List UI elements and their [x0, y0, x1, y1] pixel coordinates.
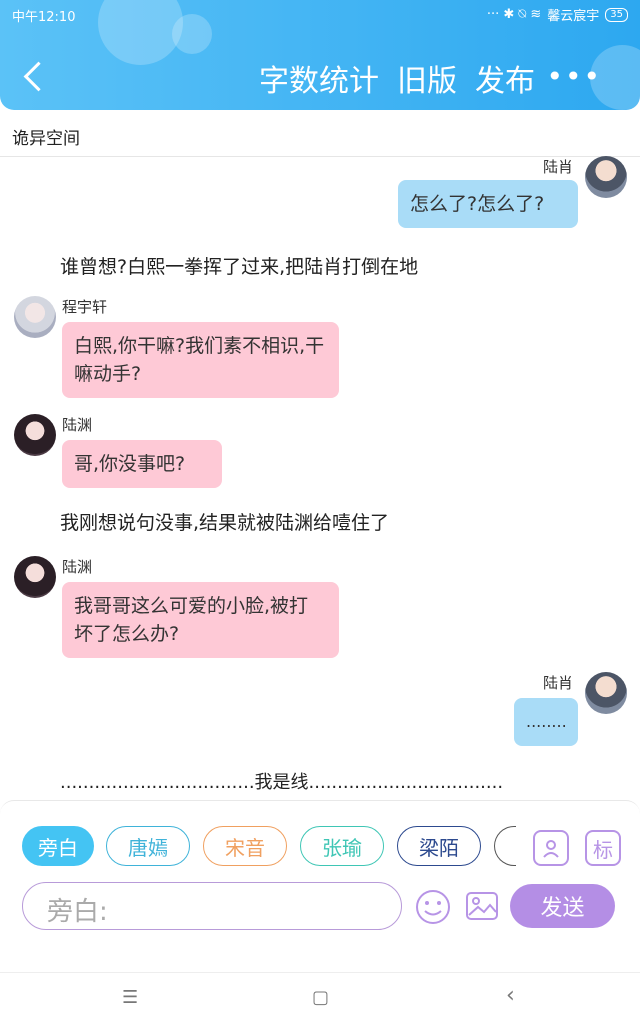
- message-bubble[interactable]: 哥,你没事吧?: [62, 440, 222, 488]
- role-chip-tangyan[interactable]: 唐嫣: [106, 826, 190, 866]
- role-chip-songyin[interactable]: 宋音: [203, 826, 287, 866]
- avatar[interactable]: [14, 556, 56, 598]
- send-button[interactable]: 发送: [510, 884, 615, 928]
- menu-icon[interactable]: ☰: [122, 987, 138, 1008]
- status-bar: 中午12:10 ··· ✱ ⍉ ≋ 馨云宸宇 35: [0, 0, 640, 28]
- role-chip-narration[interactable]: 旁白: [22, 826, 94, 866]
- avatar[interactable]: [585, 156, 627, 198]
- sender-name: 陆肖: [543, 158, 574, 176]
- message-bubble[interactable]: 怎么了?怎么了?: [398, 180, 578, 228]
- person-icon[interactable]: [533, 830, 569, 866]
- header-actions: 字数统计 旧版 发布: [259, 56, 535, 100]
- emoji-icon[interactable]: [414, 888, 452, 926]
- narration-text: 我刚想说句没事,结果就被陆渊给噎住了: [60, 512, 390, 534]
- avatar[interactable]: [14, 296, 56, 338]
- role-chip-liangmo[interactable]: 梁陌: [397, 826, 481, 866]
- home-icon[interactable]: ▢: [312, 987, 329, 1008]
- narration-text: ..................................我是线...…: [60, 772, 504, 793]
- message-bubble[interactable]: ........: [514, 698, 578, 746]
- role-chip-zhangyu[interactable]: 张瑜: [300, 826, 384, 866]
- battery-icon: 35: [605, 7, 628, 22]
- carrier-label: 馨云宸宇: [547, 9, 600, 24]
- sender-name: 陆渊: [62, 558, 93, 576]
- avatar[interactable]: [585, 672, 627, 714]
- sender-name: 程宇轩: [62, 298, 108, 316]
- sender-name: 陆肖: [543, 674, 574, 692]
- message-bubble[interactable]: 白熙,你干嘛?我们素不相识,干嘛动手?: [62, 322, 339, 398]
- message-input[interactable]: 旁白:: [22, 882, 402, 930]
- back-nav-icon[interactable]: ‹: [506, 983, 515, 1008]
- image-icon[interactable]: [464, 888, 500, 924]
- narration-text: 谁曾想?白熙一拳挥了过来,把陆肖打倒在地: [60, 256, 419, 278]
- more-icon[interactable]: •••: [546, 60, 602, 93]
- old-version-button[interactable]: 旧版: [397, 56, 457, 100]
- word-count-button[interactable]: 字数统计: [259, 56, 379, 100]
- system-nav-bar: ☰ ▢ ‹: [0, 972, 640, 1024]
- status-right: ··· ✱ ⍉ ≋ 馨云宸宇 35: [487, 5, 628, 24]
- top-header: 中午12:10 ··· ✱ ⍉ ≋ 馨云宸宇 35 字数统计 旧版 发布 •••: [0, 0, 640, 110]
- sender-name: 陆渊: [62, 416, 93, 434]
- message-bubble[interactable]: 我哥哥这么可爱的小脸,被打坏了怎么办?: [62, 582, 339, 658]
- space-title: 诡异空间: [12, 129, 80, 149]
- tag-icon[interactable]: 标: [585, 830, 621, 866]
- status-icons: ··· ✱ ⍉ ≋: [486, 7, 542, 22]
- status-time: 中午12:10: [12, 10, 76, 25]
- avatar[interactable]: [14, 414, 56, 456]
- back-chevron-icon[interactable]: [20, 58, 50, 98]
- publish-button[interactable]: 发布: [475, 56, 535, 100]
